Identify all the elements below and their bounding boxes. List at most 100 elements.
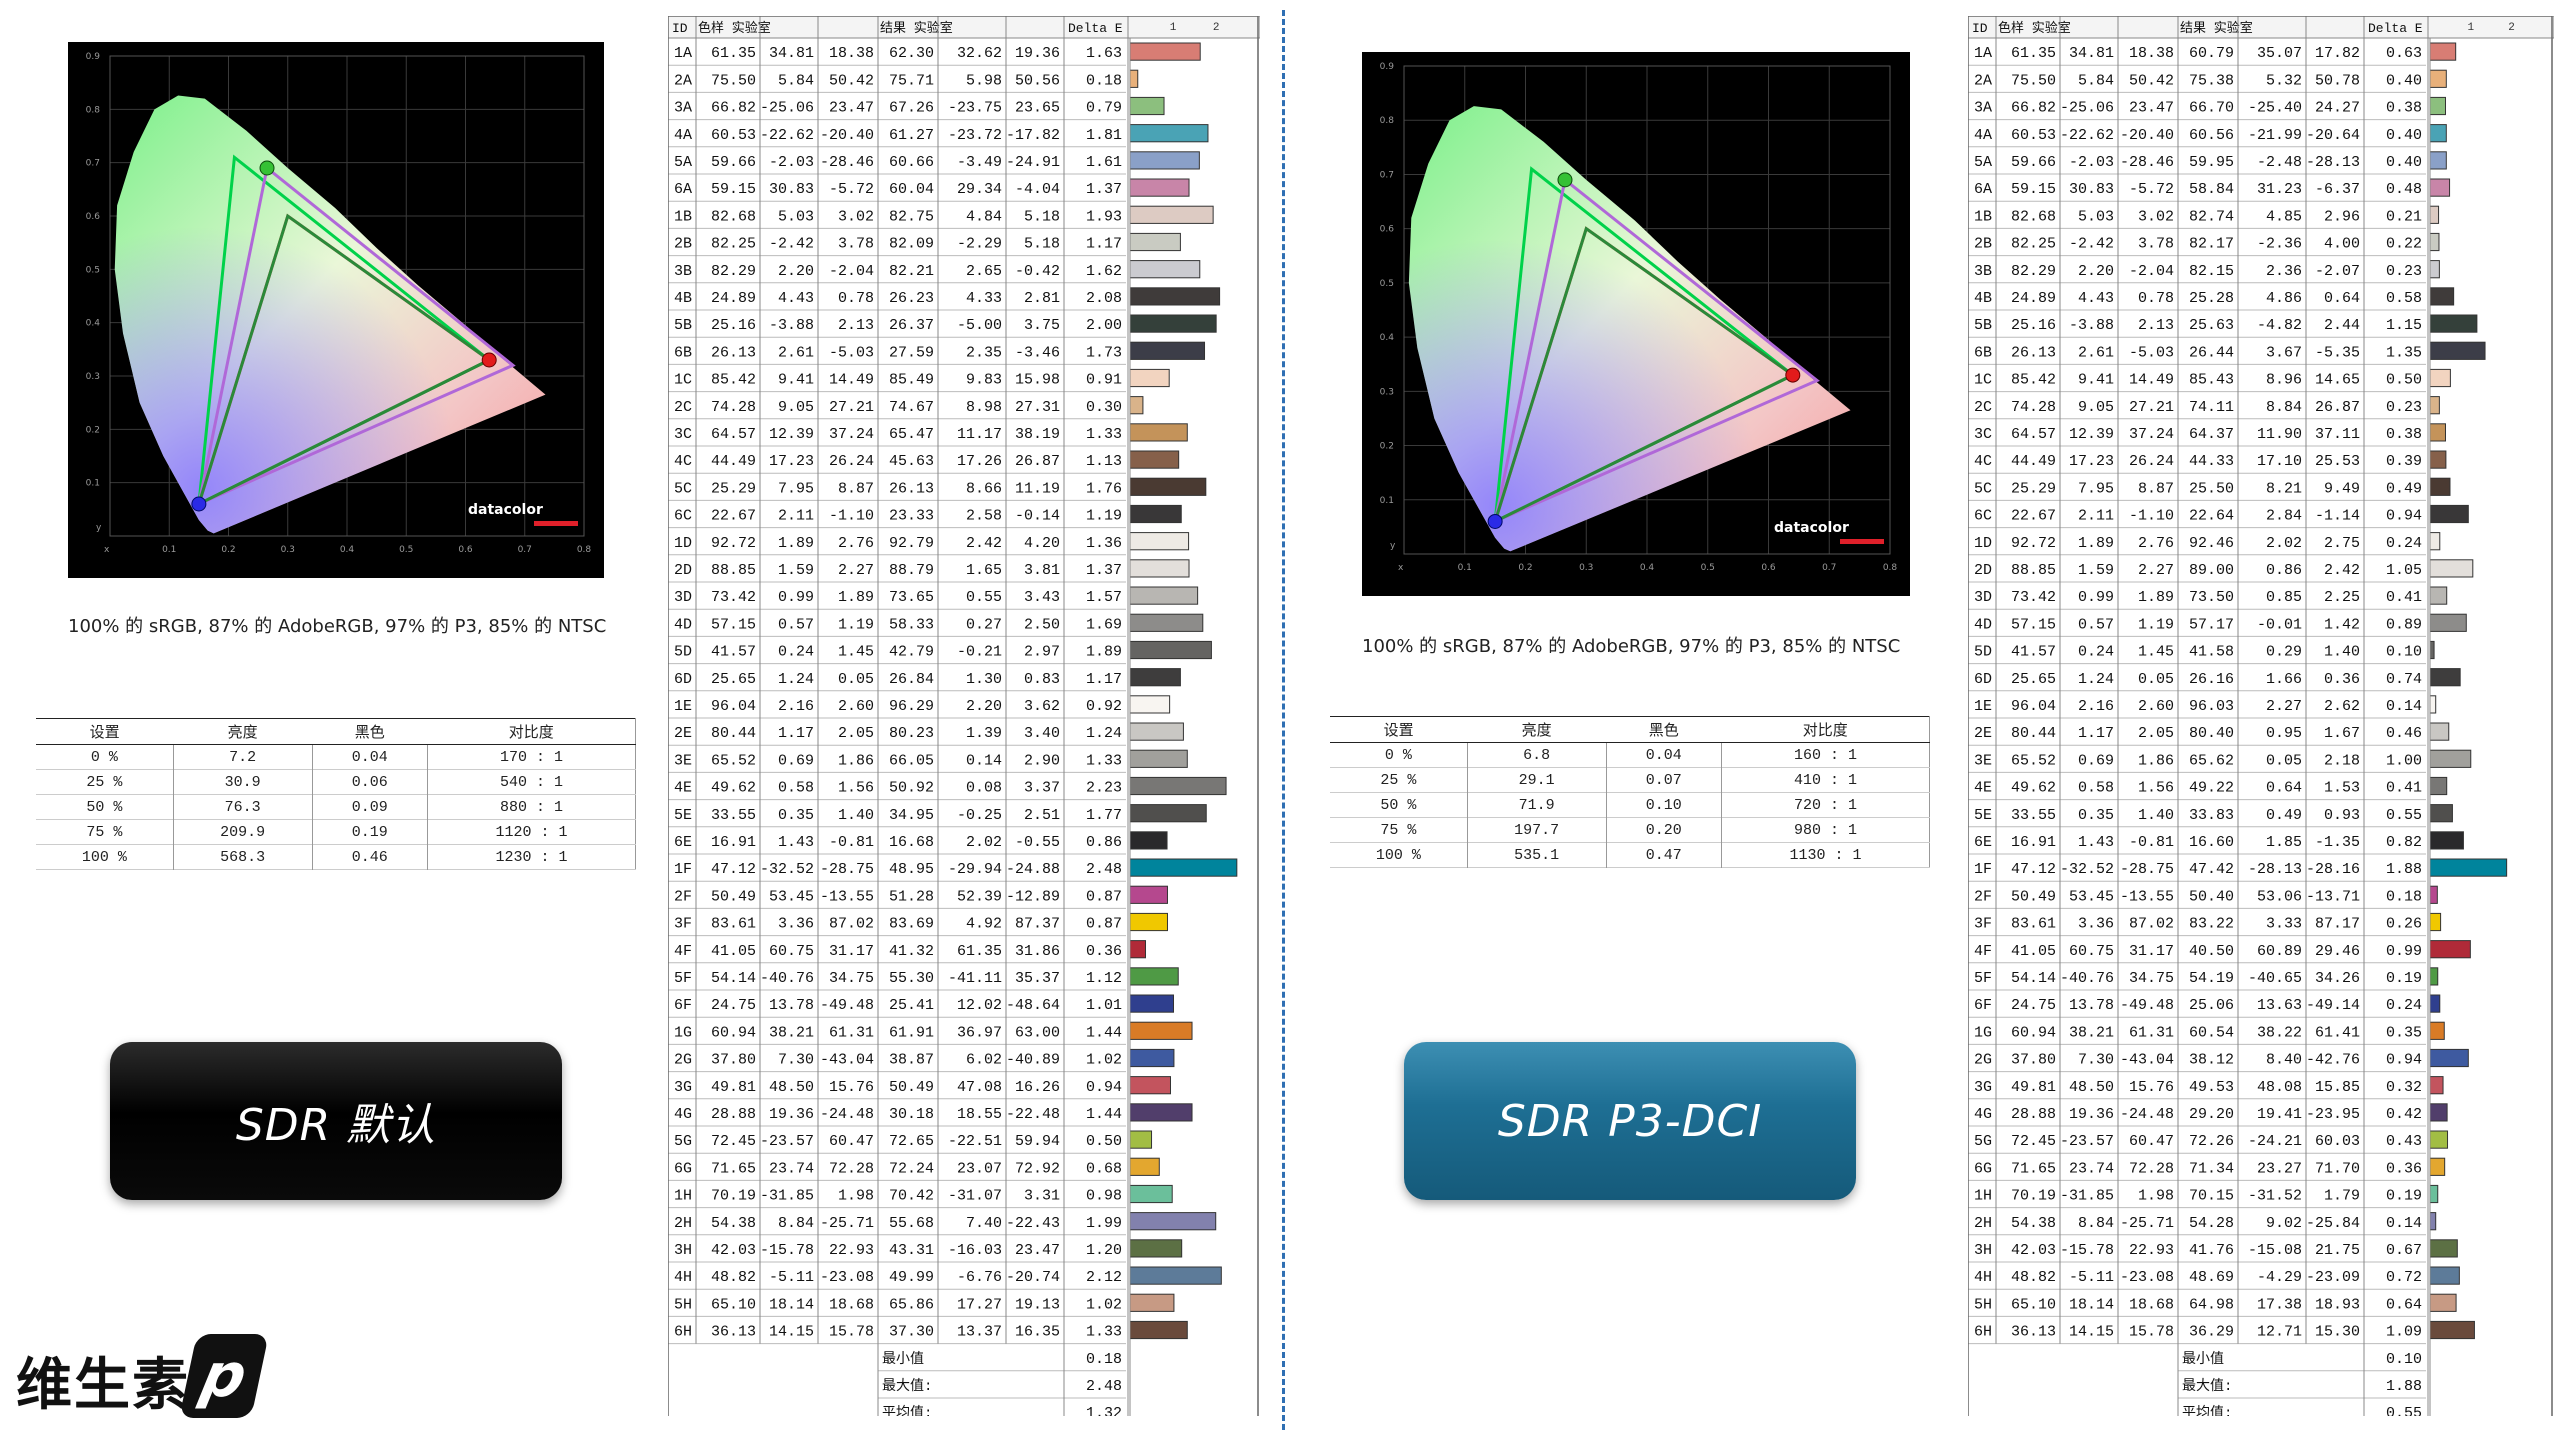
- table-cell: 14.49: [829, 372, 874, 389]
- table-cell: -3.88: [769, 317, 814, 334]
- table-cell: -0.21: [957, 644, 1002, 661]
- patch-id: 4B: [674, 290, 692, 307]
- table-cell: 535.1: [1466, 842, 1606, 868]
- table-cell: 15.85: [2315, 1079, 2360, 1096]
- mode-button-sdr-default[interactable]: SDR 默认: [110, 1042, 562, 1200]
- table-cell: 27.31: [1015, 399, 1060, 416]
- table-row: 5G 72.45 -23.57 60.47 72.65 -22.51 59.94 0.50: [668, 1130, 1153, 1154]
- green-primary-marker: [259, 160, 275, 176]
- patch-id: 2F: [1974, 888, 1992, 905]
- table-cell: 0.50: [1086, 1133, 1122, 1150]
- patch-id: 1H: [1974, 1188, 1992, 1205]
- table-cell: 0.24: [2386, 997, 2422, 1014]
- table-cell: 0.09: [311, 794, 428, 820]
- y-tick-label: 0.5: [86, 265, 100, 275]
- table-cell: 2.76: [2138, 535, 2174, 552]
- table-cell: 28.88: [2011, 1106, 2056, 1123]
- table-row: 5F 54.14 -40.76 34.75 54.19 -40.65 34.26 0.19: [1968, 967, 2439, 991]
- table-cell: 2.36: [2266, 263, 2302, 280]
- table-cell: -1.14: [2315, 508, 2360, 525]
- table-row: 1H 70.19 -31.85 1.98 70.15 -31.52 1.79 0.19: [1968, 1184, 2439, 1209]
- table-cell: 0.32: [2386, 1079, 2422, 1096]
- table-cell: 100 %: [81, 848, 127, 866]
- y-tick-label: 0.2: [1380, 442, 1394, 452]
- table-cell: 22.93: [829, 1242, 874, 1259]
- table-cell: -15.78: [760, 1242, 814, 1259]
- patch-id: 4C: [674, 453, 692, 470]
- table-cell: 59.15: [711, 181, 756, 198]
- table-cell: 85.43: [2189, 372, 2234, 389]
- table-cell: 19.13: [1015, 1296, 1060, 1313]
- x-tick-label: 0.3: [281, 545, 295, 555]
- table-cell: 26.23: [889, 290, 934, 307]
- table-cell: 9.05: [778, 399, 814, 416]
- table-cell: 45.63: [889, 453, 934, 470]
- x-tick-label: 0.5: [399, 545, 413, 555]
- table-row: 6B 26.13 2.61 -5.03 27.59 2.35 -3.46 1.73: [668, 341, 1206, 365]
- table-cell: 80.23: [889, 725, 934, 742]
- delta-e-bar: [2429, 396, 2440, 415]
- table-cell: 31.17: [2129, 943, 2174, 960]
- table-cell: 30.18: [889, 1106, 934, 1123]
- delta-e-bar: [2429, 912, 2442, 932]
- patch-id: 3C: [674, 426, 692, 443]
- table-cell: 1.62: [1086, 263, 1122, 280]
- mode-button-sdr-p3-dci[interactable]: SDR P3-DCI: [1404, 1042, 1856, 1200]
- table-cell: 65.52: [711, 752, 756, 769]
- table-cell: 62.30: [889, 45, 934, 62]
- table-cell: 41.57: [711, 644, 756, 661]
- table-cell: 48.82: [711, 1269, 756, 1286]
- delta-e-bar: [2429, 1076, 2444, 1095]
- table-cell: 1.30: [966, 671, 1002, 688]
- table-cell: -40.65: [2248, 970, 2302, 987]
- delta-e-bar: [1129, 749, 1188, 768]
- table-cell: 37.11: [2315, 426, 2360, 443]
- table-cell: 8.21: [2266, 480, 2302, 497]
- patch-id: 2G: [1974, 1052, 1992, 1069]
- table-cell: 16.35: [1015, 1324, 1060, 1341]
- table-cell: -28.13: [2248, 861, 2302, 878]
- table-cell: -23.57: [760, 1133, 814, 1150]
- column-header: ID: [672, 21, 688, 36]
- table-cell: -20.40: [2120, 127, 2174, 144]
- table-cell: 1.02: [1086, 1296, 1122, 1313]
- delta-e-bar: [1129, 42, 1201, 61]
- table-cell: 82.29: [711, 263, 756, 280]
- x-tick-label: 0.5: [1701, 563, 1715, 573]
- patch-id: 2H: [1974, 1215, 1992, 1232]
- patch-id: 2H: [674, 1215, 692, 1232]
- table-cell: 23.74: [769, 1160, 814, 1177]
- table-cell: 2.16: [778, 698, 814, 715]
- table-cell: 0.58: [2386, 290, 2422, 307]
- table-cell: 51.28: [889, 888, 934, 905]
- table-cell: 0.91: [1086, 372, 1122, 389]
- delta-e-bar: [2429, 450, 2447, 469]
- table-cell: 38.19: [1015, 426, 1060, 443]
- table-cell: 720 : 1: [1721, 792, 1930, 818]
- table-cell: 0.63: [2386, 45, 2422, 62]
- column-header: Delta E: [2368, 21, 2423, 36]
- table-cell: 4.84: [966, 208, 1002, 225]
- table-cell: -49.14: [2306, 997, 2360, 1014]
- table-cell: 2.97: [1024, 644, 1060, 661]
- table-cell: 209.9: [172, 819, 312, 845]
- table-cell: 0.23: [2386, 399, 2422, 416]
- table-cell: 1.57: [1086, 589, 1122, 606]
- delta-e-bar: [1129, 396, 1144, 415]
- table-cell: 83.61: [2011, 916, 2056, 933]
- table-row: 3D 73.42 0.99 1.89 73.65 0.55 3.43 1.57: [668, 586, 1199, 610]
- table-cell: 25.63: [2189, 317, 2234, 334]
- table-cell: 410 : 1: [1721, 767, 1930, 793]
- gamut-chart-left: 0.1 0.2 0.3 0.4 0.5 0.6 0.7 0.8 0.1 0.2 0.3 0.4 0.5 0…: [68, 42, 604, 578]
- table-cell: 44.33: [2189, 453, 2234, 470]
- table-cell: 2.27: [2266, 698, 2302, 715]
- patch-id: 3D: [674, 589, 692, 606]
- table-row: 4D 57.15 0.57 1.19 57.17 -0.01 1.42 0.89: [1968, 613, 2467, 637]
- table-cell: 26.13: [711, 344, 756, 361]
- table-cell: 29.34: [957, 181, 1002, 198]
- table-cell: 65.52: [2011, 752, 2056, 769]
- delta-e-bar: [1129, 477, 1207, 496]
- table-cell: -2.03: [769, 154, 814, 171]
- table-cell: 42.03: [711, 1242, 756, 1259]
- table-cell: 0.35: [778, 807, 814, 824]
